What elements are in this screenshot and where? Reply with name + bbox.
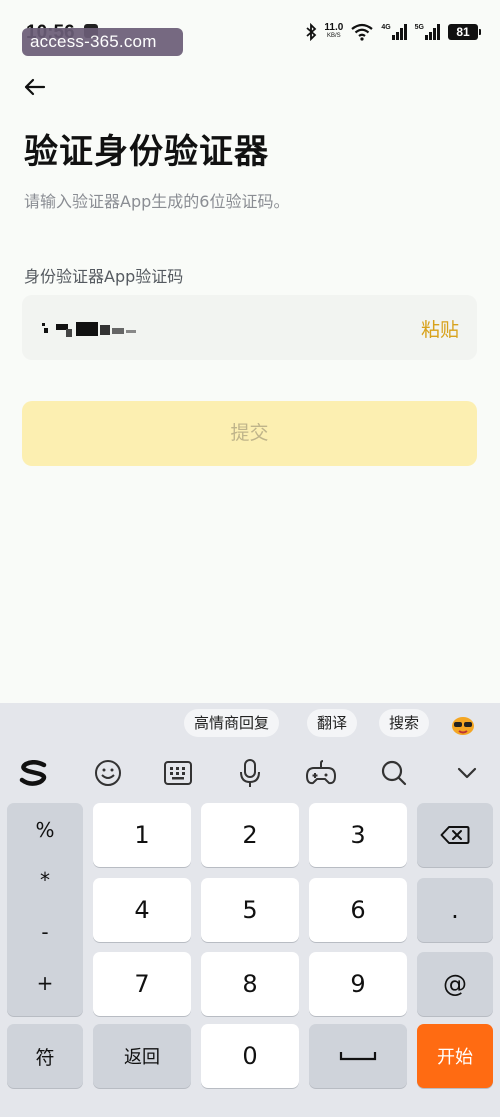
wifi-icon [351, 23, 373, 41]
paste-button[interactable]: 粘贴 [421, 315, 459, 342]
backspace-icon [440, 826, 470, 844]
sogou-logo-icon[interactable] [18, 757, 50, 789]
back-button[interactable] [22, 74, 48, 100]
key-4[interactable]: 4 [93, 878, 191, 942]
signal-5g: 5G [415, 24, 441, 40]
key-2[interactable]: 2 [201, 803, 299, 867]
microphone-icon[interactable] [234, 757, 266, 789]
key-0[interactable]: 0 [201, 1024, 299, 1088]
suggestion-chip[interactable]: 翻译 [307, 709, 358, 737]
code-field-label: 身份验证器App验证码 [24, 267, 184, 286]
keyboard-suggestions: 高情商回复 翻译 搜索 [0, 703, 500, 743]
key-8[interactable]: 8 [201, 952, 299, 1016]
keyboard-toolbar [0, 747, 500, 799]
key-dot[interactable]: . [417, 878, 493, 942]
key-9[interactable]: 9 [309, 952, 407, 1016]
start-key[interactable]: 开始 [417, 1024, 493, 1088]
key-percent[interactable]: % [7, 805, 83, 855]
key-1[interactable]: 1 [93, 803, 191, 867]
suggestion-chip[interactable]: 高情商回复 [184, 709, 280, 737]
keyboard-icon[interactable] [162, 757, 194, 789]
key-5[interactable]: 5 [201, 878, 299, 942]
redacted-code [42, 322, 136, 337]
net-speed: 11.0 KB/S [324, 23, 343, 41]
suggestion-chip[interactable]: 搜索 [379, 709, 430, 737]
page-title: 验证身份验证器 [24, 132, 269, 172]
submit-button[interactable]: 提交 [22, 401, 477, 466]
space-key[interactable] [309, 1024, 407, 1088]
emoji-icon[interactable] [92, 757, 124, 789]
space-icon [339, 1052, 377, 1061]
key-plus[interactable]: + [7, 958, 83, 1008]
key-minus[interactable]: - [7, 907, 83, 957]
key-at[interactable]: @ [417, 952, 493, 1016]
key-asterisk[interactable]: * [7, 855, 83, 905]
signal-bars-icon [391, 24, 407, 40]
watermark: access-365.com [22, 28, 183, 56]
gamepad-icon[interactable] [305, 757, 337, 789]
signal-4g: 4G [381, 24, 407, 40]
arrow-left-icon [24, 78, 46, 96]
return-key[interactable]: 返回 [93, 1024, 191, 1088]
search-icon[interactable] [378, 757, 410, 789]
status-bar: 10:56 access-365.com 11.0 KB/S 4G 5G 81 [0, 0, 500, 60]
page-subtitle: 请输入验证器App生成的6位验证码。 [24, 192, 290, 211]
key-7[interactable]: 7 [93, 952, 191, 1016]
key-3[interactable]: 3 [309, 803, 407, 867]
status-icons: 11.0 KB/S 4G 5G 81 [305, 20, 481, 44]
symbols-key[interactable]: 符 [7, 1024, 83, 1088]
symbol-column: % * - + [7, 803, 83, 1016]
net-speed-unit: KB/S [327, 33, 341, 39]
signal-4g-label: 4G [381, 24, 391, 31]
backspace-key[interactable] [417, 803, 493, 867]
signal-bars-icon [425, 24, 440, 40]
key-6[interactable]: 6 [309, 878, 407, 942]
bluetooth-icon [306, 23, 317, 41]
verification-code-input[interactable]: 粘贴 [22, 295, 477, 360]
battery-indicator: 81 [448, 24, 481, 40]
chevron-down-icon[interactable] [451, 757, 483, 789]
signal-5g-label: 5G [414, 24, 424, 31]
mascot-icon[interactable] [450, 713, 476, 737]
